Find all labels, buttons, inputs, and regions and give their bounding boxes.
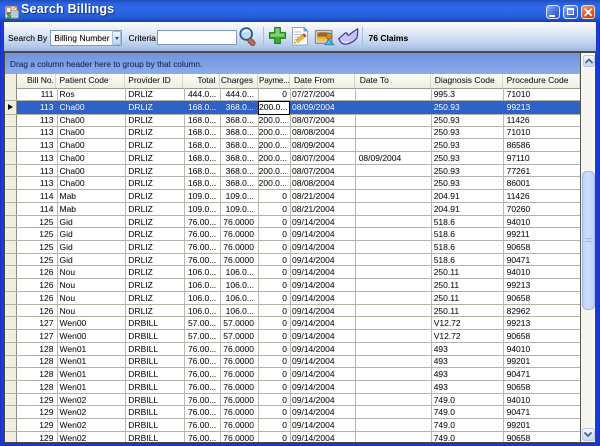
svg-text:$: $ xyxy=(6,11,11,19)
